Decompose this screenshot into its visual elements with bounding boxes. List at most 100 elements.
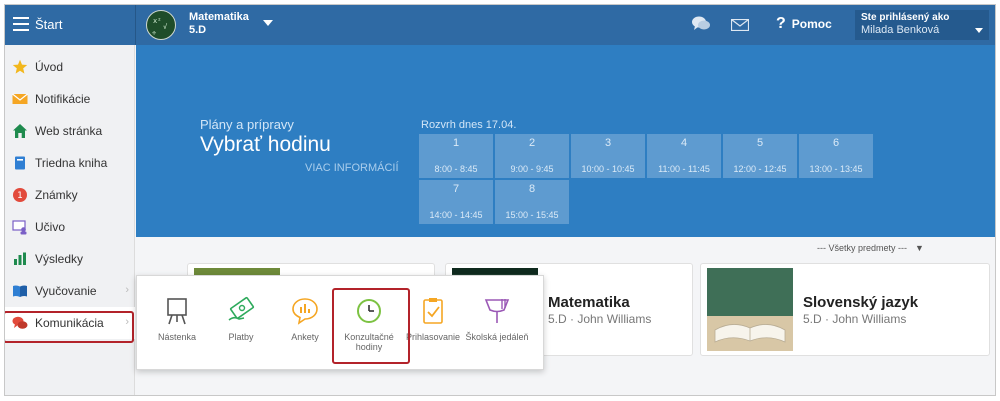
sidebar-item-znamky[interactable]: 1 Známky (5, 179, 135, 211)
sidebar-item-label: Triedna kniha (35, 156, 108, 170)
schedule-slot[interactable]: 5 12:00 - 12:45 (723, 134, 797, 178)
banner-subtitle: Plány a prípravy (200, 117, 294, 132)
konzultacne-hodiny-highlight (332, 288, 410, 364)
submenu-item-label: Školská jedáleň (465, 332, 529, 342)
user-heading: Ste prihlásený ako (861, 12, 950, 23)
poll-icon (292, 298, 318, 325)
sidebar-item-label: Učivo (35, 220, 66, 234)
mail-icon[interactable] (731, 19, 749, 31)
slot-time: 9:00 - 9:45 (510, 164, 554, 174)
sidebar-item-label: Vyučovanie (35, 284, 97, 298)
more-info-link[interactable]: VIAC INFORMÁCIÍ (305, 162, 399, 174)
card-title: Slovenský jazyk (803, 294, 919, 311)
sidebar: Úvod Notifikácie Web stránka Triedna kni… (5, 45, 135, 395)
board-icon (167, 298, 187, 325)
sidebar-item-ucivo[interactable]: Učivo (5, 211, 135, 243)
start-link[interactable]: Štart (35, 17, 62, 32)
sidebar-item-label: Známky (35, 188, 78, 202)
slot-number: 3 (604, 137, 612, 149)
star-icon (12, 59, 28, 74)
schedule-slot[interactable]: 2 9:00 - 9:45 (495, 134, 569, 178)
user-name: Milada Benková (861, 24, 940, 36)
slot-time: 15:00 - 15:45 (505, 210, 559, 220)
lesson-banner: Plány a prípravy Vybrať hodinu VIAC INFO… (136, 45, 995, 237)
sidebar-item-label: Úvod (35, 60, 64, 74)
sidebar-item-label: Výsledky (35, 252, 84, 266)
hamburger-menu-icon[interactable] (13, 17, 29, 31)
bar-chart-icon (14, 252, 26, 265)
submenu-item-label: Ankety (291, 332, 319, 342)
slot-time: 10:00 - 10:45 (581, 164, 635, 174)
slot-number: 6 (832, 137, 840, 149)
envelope-icon (12, 93, 28, 104)
sidebar-item-label: Notifikácie (35, 92, 91, 106)
schedule-slot[interactable]: 1 8:00 - 8:45 (419, 134, 493, 178)
schedule-slot[interactable]: 4 11:00 - 11:45 (647, 134, 721, 178)
subject-class: 5.D (189, 24, 207, 36)
subject-filter-select[interactable]: --- Všetky predmety --- ▼ (817, 242, 924, 254)
submenu-item-platby[interactable]: Platby (209, 276, 273, 371)
slot-number: 8 (528, 183, 536, 195)
app-window: Štart x² √ ÷ Matematika 5.D ? Pomoc Ste pri… (4, 4, 996, 396)
slot-number: 2 (528, 137, 536, 149)
topbar-divider (135, 5, 136, 45)
open-book-chalkboard-image (707, 268, 793, 351)
submenu-item-skolska-jedalen[interactable]: Školská jedáleň (465, 276, 529, 371)
card-title: Matematika (548, 294, 630, 311)
sidebar-item-notifikacie[interactable]: Notifikácie (5, 83, 135, 115)
question-icon: ? (776, 15, 786, 32)
slot-number: 7 (452, 183, 460, 195)
submenu-item-prihlasovanie[interactable]: Prihlasovanie (401, 276, 465, 371)
slot-time: 14:00 - 14:45 (429, 210, 483, 220)
schedule-slot[interactable]: 8 15:00 - 15:45 (495, 180, 569, 224)
sidebar-item-vyucovanie[interactable]: Vyučovanie › (5, 275, 135, 307)
top-bar: Štart x² √ ÷ Matematika 5.D ? Pomoc Ste pri… (5, 5, 995, 45)
sidebar-item-uvod[interactable]: Úvod (5, 51, 135, 83)
subject-selector[interactable]: Matematika 5.D (189, 11, 249, 37)
sidebar-item-vysledky[interactable]: Výsledky (5, 243, 135, 275)
help-label: Pomoc (791, 17, 832, 31)
banner-title[interactable]: Vybrať hodinu (200, 133, 331, 157)
slot-number: 5 (756, 137, 764, 149)
home-icon (13, 124, 27, 138)
chevron-down-icon[interactable] (263, 20, 273, 26)
submenu-item-nastenka[interactable]: Nástenka (145, 276, 209, 371)
svg-text:1: 1 (17, 191, 23, 201)
sidebar-item-label: Web stránka (35, 124, 103, 138)
card-subtitle: 5.D · John Williams (548, 312, 652, 326)
submenu-item-ankety[interactable]: Ankety (273, 276, 337, 371)
schedule-slot[interactable]: 7 14:00 - 14:45 (419, 180, 493, 224)
filter-label: --- Všetky predmety --- (817, 243, 908, 253)
slot-time: 12:00 - 12:45 (733, 164, 787, 174)
slot-number: 4 (680, 137, 688, 149)
schedule-label: Rozvrh dnes 17.04. (421, 119, 517, 131)
user-menu[interactable]: Ste prihlásený ako Milada Benková (855, 10, 989, 40)
slot-time: 11:00 - 11:45 (658, 164, 710, 174)
slot-number: 1 (452, 137, 460, 149)
user-chevron-down-icon (975, 28, 983, 33)
schedule-slot[interactable]: 6 13:00 - 13:45 (799, 134, 873, 178)
submenu-item-label: Prihlasovanie (405, 332, 461, 342)
subject-card-slovensky-jazyk[interactable]: Slovenský jazyk 5.D · John Williams (700, 263, 990, 356)
subject-avatar[interactable]: x² √ ÷ (146, 10, 176, 40)
slot-time: 8:00 - 8:45 (434, 164, 478, 174)
teacher-icon (12, 220, 27, 235)
komunikacia-highlight (5, 311, 134, 343)
money-icon (228, 296, 255, 321)
help-button[interactable]: ? Pomoc (776, 15, 832, 33)
grades-icon: 1 (13, 188, 27, 202)
schedule-slot[interactable]: 3 10:00 - 10:45 (571, 134, 645, 178)
sidebar-item-triedna-kniha[interactable]: Triedna kniha (5, 147, 135, 179)
chevron-right-icon: › (125, 284, 129, 296)
book-icon (15, 156, 25, 170)
clipboard-check-icon (423, 298, 443, 324)
card-subtitle: 5.D · John Williams (803, 312, 907, 326)
submenu-item-label: Platby (228, 332, 254, 342)
submenu-item-label: Nástenka (157, 332, 197, 342)
slot-time: 13:00 - 13:45 (809, 164, 863, 174)
subject-title: Matematika (189, 11, 249, 23)
chat-icon[interactable] (691, 15, 711, 33)
sidebar-item-web-stranka[interactable]: Web stránka (5, 115, 135, 147)
cutlery-icon (484, 299, 510, 323)
open-book-icon (13, 285, 27, 297)
